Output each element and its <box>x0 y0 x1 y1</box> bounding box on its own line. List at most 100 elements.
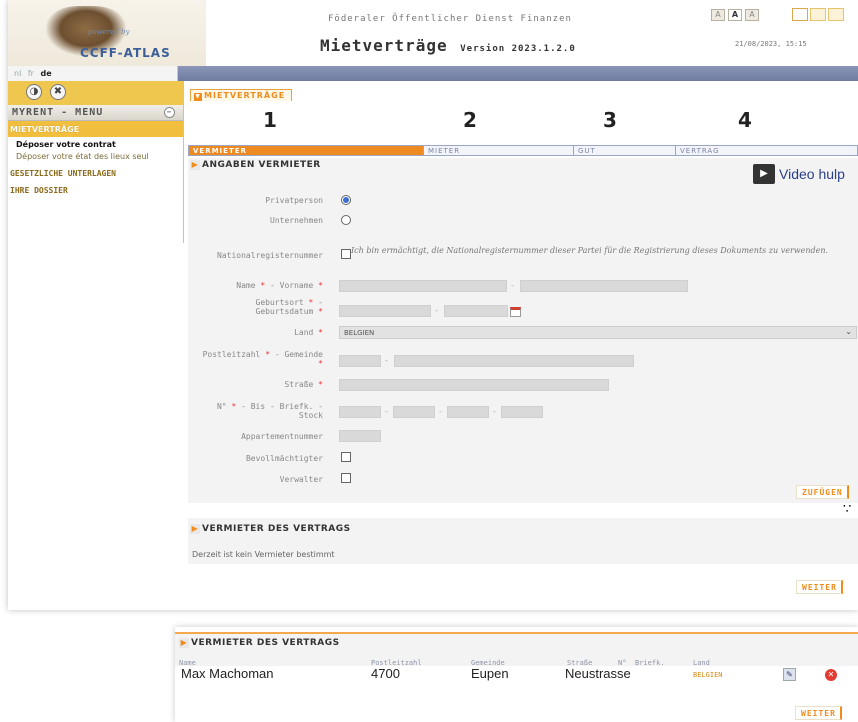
verwalter-label: Verwalter <box>279 475 323 484</box>
page-tab-label: MIETVERTRÄGE <box>204 91 286 100</box>
country-select-value: BELGIEN <box>344 329 375 337</box>
step-tab-mieter[interactable]: MIETER <box>424 146 574 155</box>
geburtsort-input[interactable] <box>339 305 431 317</box>
privatperson-label: Privatperson <box>265 196 323 205</box>
plz-gemeinde-label: Postleitzahl * - Gemeinde * <box>202 350 323 368</box>
language-de[interactable]: de <box>41 69 52 78</box>
language-fr[interactable]: fr <box>28 69 34 78</box>
menu-collapse-icon[interactable]: − <box>164 107 175 118</box>
strasse-input[interactable] <box>339 379 609 391</box>
next-button-bottom[interactable]: WEITER <box>795 706 842 720</box>
submenu-deposer-contrat[interactable]: Déposer votre contrat <box>8 140 183 149</box>
geburtsort-label: Geburtsort <box>255 298 304 307</box>
nummer-label: N° * - Bis - Briefk. - Stock <box>216 402 323 420</box>
language-switcher: nl fr de <box>8 66 178 81</box>
next-button[interactable]: WEITER <box>796 580 843 594</box>
land-label: Land * <box>294 328 323 337</box>
sidebar-toolbar: ◑ ✖ <box>8 81 183 105</box>
layout-wide-button[interactable] <box>828 8 844 21</box>
section-title-angaben: ▶ ANGABEN VERMIETER <box>190 160 321 170</box>
consent-text: Ich bin ermächtigt, die Nationalregister… <box>351 246 829 255</box>
gemeinde-label: Gemeinde <box>284 350 323 359</box>
vermieter-table-title: ▶ VERMIETER DES VERTRAGS <box>179 638 340 648</box>
language-nl[interactable]: nl <box>14 69 21 78</box>
column-header-briefk: Briefk. <box>635 659 665 667</box>
calendar-icon[interactable] <box>510 307 521 317</box>
section-arrow-icon: ▶ <box>179 638 189 648</box>
section-arrow-icon: ▶ <box>190 524 200 534</box>
row-land: BELGIEN <box>693 671 723 679</box>
stock-input[interactable] <box>501 406 543 418</box>
postleitzahl-input[interactable] <box>339 355 381 367</box>
section-title-angaben-text: ANGABEN VERMIETER <box>202 160 321 170</box>
edit-icon[interactable]: ✎ <box>783 668 796 681</box>
name-separator: - <box>511 281 514 290</box>
sidebar-item-gesetzliche-unterlagen[interactable]: GESETZLICHE UNTERLAGEN <box>8 169 183 178</box>
land-label-text: Land <box>294 328 314 337</box>
vermieter-table-title-text: VERMIETER DES VERTRAGS <box>191 638 340 648</box>
logo-text: CCFF-ATLAS <box>80 46 171 60</box>
step-tab-gut[interactable]: GUT <box>574 146 676 155</box>
bis-input[interactable] <box>393 406 435 418</box>
settings-icon[interactable]: ✖ <box>50 84 66 100</box>
plz-separator: - <box>385 356 388 365</box>
geburt-label: Geburtsort * - Geburtsdatum * <box>255 298 323 316</box>
sidebar-item-ihre-dossier[interactable]: IHRE DOSSIER <box>8 186 183 195</box>
column-header-land: Land <box>693 659 710 667</box>
video-help-link[interactable]: ▶ Video hulp <box>753 164 845 184</box>
video-icon: ▶ <box>753 164 775 184</box>
font-size-large-button[interactable]: A <box>745 9 759 21</box>
unternehmen-radio[interactable] <box>341 215 351 225</box>
loading-spinner-icon: ∵ <box>843 502 852 517</box>
app-version: Version 2023.1.2.0 <box>460 44 576 54</box>
organization-name: Föderaler Öffentlicher Dienst Finanzen <box>328 14 572 24</box>
gemeinde-input[interactable] <box>394 355 634 367</box>
app-title-text: Mietverträge <box>320 36 448 55</box>
nr-separator: - <box>385 407 388 416</box>
form-panel: ▶ ANGABEN VERMIETER ▶ Video hulp Privatpe… <box>188 158 858 503</box>
bevollmaechtigter-label: Bevollmächtigter <box>245 454 323 463</box>
briefk-input[interactable] <box>447 406 489 418</box>
section-arrow-icon: ▶ <box>190 160 200 170</box>
country-select[interactable]: BELGIEN ⌄ <box>339 326 857 339</box>
nationalregister-checkbox[interactable] <box>341 249 351 259</box>
font-size-small-button[interactable]: A <box>711 9 725 21</box>
page-tab[interactable]: ▼ MIETVERTRÄGE <box>190 89 292 101</box>
help-icon[interactable]: ◑ <box>26 84 42 100</box>
menu-title: MYRENT - MENU <box>12 107 104 118</box>
nummer-input[interactable] <box>339 406 381 418</box>
appartement-input[interactable] <box>339 430 381 442</box>
vermieter-empty-text: Derzeit ist kein Vermieter bestimmt <box>192 550 335 559</box>
name-input[interactable] <box>339 280 507 292</box>
vermieter-list-section: ▶ VERMIETER DES VERTRAGS Derzeit ist kein… <box>188 518 858 564</box>
step-tab-vertrag[interactable]: VERTRAG <box>676 146 857 155</box>
geburtsdatum-label: Geburtsdatum <box>255 307 314 316</box>
sidebar-item-mietvertraege[interactable]: MIETVERTRÄGE <box>8 121 183 137</box>
row-strasse: Neustrasse <box>565 666 631 681</box>
vermieter-result-panel: ▶ VERMIETER DES VERTRAGS Name Postleitzah… <box>175 627 858 722</box>
step-tab-vermieter[interactable]: VERMIETER <box>189 146 424 155</box>
stock-label: Stock <box>298 411 323 420</box>
name-label: Name <box>236 281 256 290</box>
main-window: powered by CCFF-ATLAS Föderaler Öffentli… <box>8 0 858 610</box>
font-size-medium-button[interactable]: A <box>728 9 742 21</box>
verwalter-checkbox[interactable] <box>341 473 351 483</box>
add-button[interactable]: ZUFÜGEN <box>796 485 849 499</box>
vorname-input[interactable] <box>520 280 688 292</box>
section-title-vermieter-text: VERMIETER DES VERTRAGS <box>202 524 351 534</box>
layout-medium-button[interactable] <box>810 8 826 21</box>
delete-icon[interactable]: ✕ <box>825 669 837 681</box>
video-help-label: Video hulp <box>779 166 845 182</box>
unternehmen-label: Unternehmen <box>270 216 323 225</box>
bevollmaechtigter-checkbox[interactable] <box>341 452 351 462</box>
submenu-deposer-etat[interactable]: Déposer votre état des lieux seul <box>8 152 183 161</box>
row-postleitzahl: 4700 <box>371 666 400 681</box>
geburtsdatum-input[interactable] <box>444 305 508 317</box>
datetime: 21/08/2023, 15:15 <box>735 40 807 48</box>
appartement-label: Appartementnummer <box>241 432 323 441</box>
privatperson-radio[interactable] <box>341 195 351 205</box>
postleitzahl-label: Postleitzahl <box>202 350 261 359</box>
layout-narrow-button[interactable] <box>792 8 808 21</box>
name-vorname-label: Name * - Vorname * <box>236 281 323 290</box>
step-number-4: 4 <box>738 108 752 132</box>
